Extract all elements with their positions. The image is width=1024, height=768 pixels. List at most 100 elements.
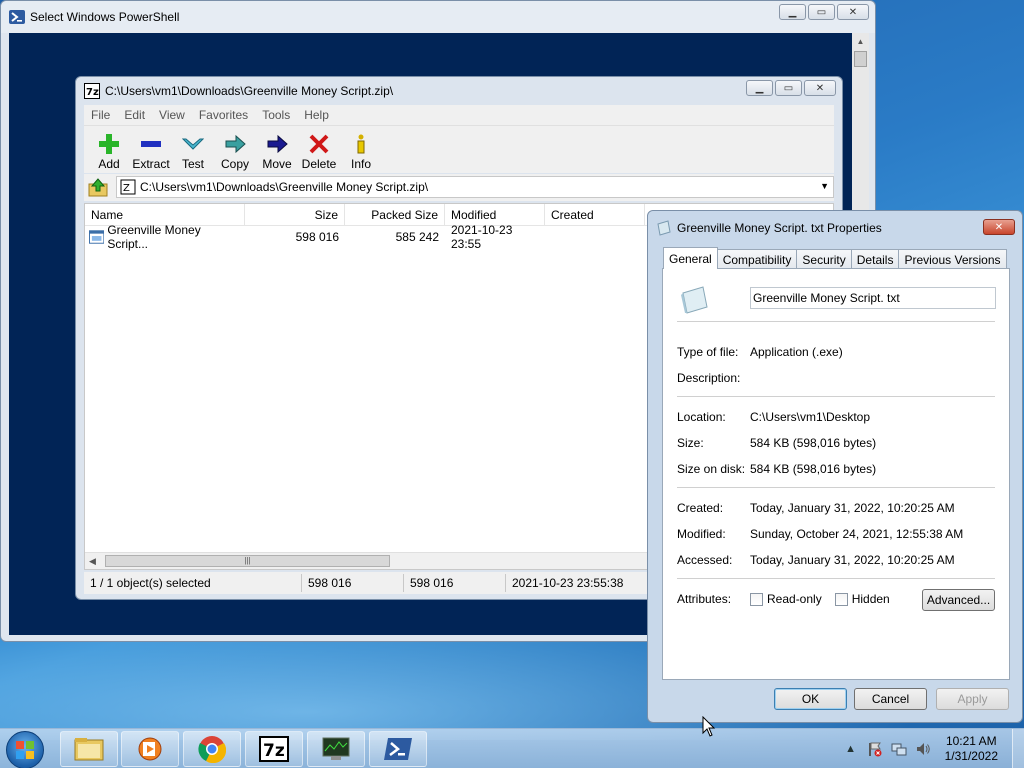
separator [677, 487, 995, 488]
tab-general[interactable]: General [663, 247, 718, 269]
properties-titlebar[interactable]: Greenville Money Script. txt Properties … [648, 211, 1022, 245]
7zip-title: C:\Users\vm1\Downloads\Greenville Money … [105, 84, 394, 98]
minimize-button[interactable]: ▁ [746, 80, 773, 96]
scroll-thumb[interactable] [854, 51, 867, 67]
svg-text:7z: 7z [86, 87, 99, 98]
status-size: 598 016 [302, 574, 404, 592]
size-value: 584 KB (598,016 bytes) [750, 436, 877, 450]
show-desktop-button[interactable] [1012, 729, 1024, 768]
column-size[interactable]: Size [245, 204, 345, 225]
address-field[interactable]: Z C:\Users\vm1\Downloads\Greenville Mone… [116, 176, 834, 198]
menu-view[interactable]: View [152, 108, 192, 122]
test-button[interactable]: Test [172, 126, 214, 173]
powershell-icon [384, 738, 412, 760]
separator [677, 396, 995, 397]
7zip-icon: 7z [259, 736, 289, 762]
readonly-label: Read-only [767, 592, 822, 606]
info-button[interactable]: Info [340, 126, 382, 173]
taskbar-media-player[interactable] [121, 731, 179, 767]
type-value: Application (.exe) [750, 345, 843, 359]
type-label: Type of file: [677, 345, 739, 359]
scroll-thumb[interactable]: ||| [105, 555, 390, 567]
readonly-check-box[interactable] [750, 592, 763, 606]
description-label: Description: [677, 371, 741, 385]
maximize-button[interactable]: ▭ [808, 4, 835, 20]
close-button[interactable]: ✕ [804, 80, 836, 96]
column-modified[interactable]: Modified [445, 204, 545, 225]
readonly-checkbox[interactable]: Read-only [750, 592, 822, 606]
powershell-icon [9, 10, 25, 24]
check-icon [182, 138, 204, 150]
tab-details[interactable]: Details [850, 249, 900, 269]
menu-edit[interactable]: Edit [117, 108, 152, 122]
properties-dialog: Greenville Money Script. txt Properties … [647, 210, 1023, 723]
address-text: C:\Users\vm1\Downloads\Greenville Money … [140, 180, 429, 194]
zip-archive-icon: Z [120, 179, 136, 195]
menu-favorites[interactable]: Favorites [192, 108, 255, 122]
volume-icon[interactable] [914, 741, 932, 757]
chevron-down-icon[interactable]: ▼ [820, 181, 829, 191]
menu-tools[interactable]: Tools [255, 108, 297, 122]
close-button[interactable]: ✕ [837, 4, 869, 20]
extract-label: Extract [132, 157, 170, 171]
row-modified: 2021-10-23 23:55 [451, 223, 513, 251]
delete-button[interactable]: Delete [298, 126, 340, 173]
general-panel: Greenville Money Script. txt Type of fil… [662, 268, 1010, 680]
clock[interactable]: 10:21 AM 1/31/2022 [945, 734, 998, 764]
menu-help[interactable]: Help [297, 108, 336, 122]
maximize-button[interactable]: ▭ [775, 80, 802, 96]
taskbar-powershell[interactable] [369, 731, 427, 767]
accessed-label: Accessed: [677, 553, 733, 567]
taskbar-file-explorer[interactable] [60, 731, 118, 767]
properties-title: Greenville Money Script. txt Properties [677, 221, 882, 235]
powershell-titlebar[interactable]: Select Windows PowerShell ▁ ▭ ✕ [1, 1, 875, 33]
tab-security[interactable]: Security [796, 249, 852, 269]
extract-button[interactable]: Extract [130, 126, 172, 173]
7zip-titlebar[interactable]: 7z C:\Users\vm1\Downloads\Greenville Mon… [76, 77, 842, 105]
column-packed-size[interactable]: Packed Size [345, 204, 445, 225]
column-created[interactable]: Created [545, 204, 645, 225]
hidden-checkbox[interactable]: Hidden [834, 592, 890, 606]
media-player-icon [138, 737, 162, 761]
status-selected: 1 / 1 object(s) selected [84, 574, 302, 592]
minimize-button[interactable]: ▁ [779, 4, 806, 20]
info-label: Info [350, 157, 371, 171]
column-name[interactable]: Name [85, 204, 245, 225]
filename-field[interactable]: Greenville Money Script. txt [750, 287, 996, 309]
add-label: Add [98, 157, 120, 171]
menu-bar: File Edit View Favorites Tools Help [84, 105, 834, 125]
add-button[interactable]: Add [88, 126, 130, 173]
cancel-button[interactable]: Cancel [854, 688, 927, 710]
start-button[interactable] [6, 731, 44, 768]
tab-previous-versions[interactable]: Previous Versions [898, 249, 1007, 269]
menu-file[interactable]: File [84, 108, 117, 122]
horizontal-scrollbar[interactable]: ◀ ||| [85, 552, 650, 569]
copy-button[interactable]: Copy [214, 126, 256, 173]
address-bar: Z C:\Users\vm1\Downloads\Greenville Mone… [84, 174, 834, 201]
move-button[interactable]: Move [256, 126, 298, 173]
accessed-value: Today, January 31, 2022, 10:20:25 AM [750, 553, 955, 567]
created-label: Created: [677, 501, 724, 515]
size-on-disk-label: Size on disk: [677, 462, 746, 476]
apply-button[interactable]: Apply [936, 688, 1009, 710]
chevron-up-icon[interactable]: ▲ [842, 741, 860, 757]
scroll-left-icon[interactable]: ◀ [89, 556, 96, 567]
taskbar-chrome[interactable] [183, 731, 241, 767]
created-value: Today, January 31, 2022, 10:20:25 AM [750, 501, 955, 515]
taskbar-task-manager[interactable] [307, 731, 365, 767]
scroll-up-icon[interactable]: ▲ [852, 33, 869, 50]
advanced-button[interactable]: Advanced... [922, 589, 995, 611]
tab-compatibility[interactable]: Compatibility [716, 249, 798, 269]
windows-logo-icon [16, 741, 34, 759]
network-icon[interactable] [890, 741, 908, 757]
clock-time: 10:21 AM [945, 734, 997, 748]
ok-button[interactable]: OK [774, 688, 847, 710]
svg-text:Z: Z [123, 183, 130, 194]
action-center-flag-icon[interactable] [866, 741, 884, 757]
modified-label: Modified: [677, 527, 726, 541]
folder-up-icon[interactable] [87, 177, 109, 198]
info-icon [357, 134, 365, 154]
taskbar-7zip[interactable]: 7z [245, 731, 303, 767]
close-button[interactable]: ✕ [983, 219, 1015, 235]
hidden-check-box[interactable] [834, 592, 848, 606]
